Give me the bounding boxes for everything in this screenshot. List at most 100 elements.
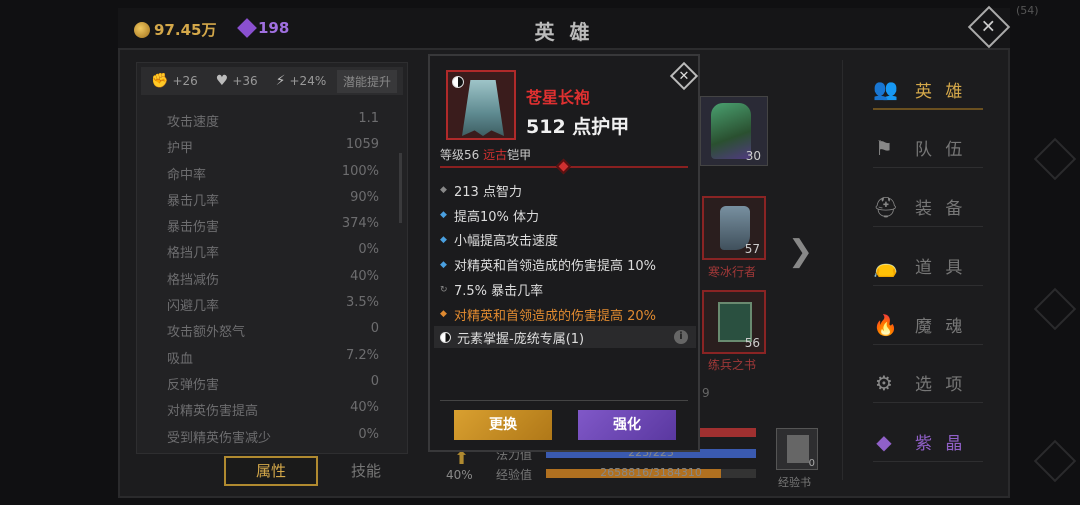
stat-row: 吸血 7.2% (167, 348, 379, 374)
nav-item[interactable]: 👝 道 具 (873, 246, 983, 286)
divider-diamond-icon (555, 158, 572, 175)
close-icon: ✕ (678, 68, 690, 84)
stat-value: 1.1 (358, 111, 379, 126)
stat-label: 对精英伤害提高 (167, 404, 259, 420)
close-screen-button[interactable]: ✕ (967, 5, 1011, 49)
bullet-icon: ◆ (440, 259, 447, 270)
gem-counter: 198 (237, 18, 290, 38)
equipment-slot-boots[interactable]: 57 (702, 196, 766, 260)
nav-label: 道 具 (915, 258, 967, 278)
buff-bar: ✊ +26 ♥ +36 ⚡ +24% 潜能提升 (141, 67, 403, 95)
nav-item[interactable]: 🔥 魔 魂 (873, 305, 983, 345)
heart-icon: ♥ (215, 73, 229, 89)
nav-item[interactable]: ⛑ 装 备 (873, 187, 983, 227)
attribute-text: 对精英和首领造成的伤害提高 10% (454, 259, 657, 275)
item-armor: 512 点护甲 (526, 116, 630, 138)
swap-button[interactable]: 更换 (454, 410, 552, 440)
stat-label: 攻击速度 (167, 115, 220, 130)
stat-row: 格挡减伤 40% (167, 269, 379, 295)
buff-speed: ⚡ +24% (276, 73, 327, 89)
top-bar: 97.45万 198 英 雄 ✕ (118, 5, 1011, 50)
equipment-slot-book[interactable]: 56 (702, 290, 766, 354)
nav-item[interactable]: ⚙ 选 项 (873, 363, 983, 403)
nav-label: 紫 晶 (915, 434, 967, 454)
bar-strip (698, 428, 756, 437)
stat-value: 90% (350, 189, 379, 205)
stats-panel: ✊ +26 ♥ +36 ⚡ +24% 潜能提升 攻击速度 1.1 护甲 1059 命中率 100… (136, 62, 408, 454)
item-attribute: ↻ 7.5% 暴击几率 (440, 277, 696, 302)
stat-row: 暴击几率 90% (167, 190, 379, 216)
buff-health: ♥ +36 (216, 73, 258, 89)
edge-button[interactable] (1033, 287, 1077, 331)
slot-name: 寒冰行者 (708, 265, 757, 279)
edge-button[interactable] (1033, 137, 1077, 181)
stat-value: 7.2% (345, 347, 379, 363)
users-icon: 👥 (873, 77, 902, 101)
chevron-right-icon[interactable]: ❯ (788, 234, 813, 269)
enhance-button[interactable]: 强化 (578, 410, 676, 440)
attribute-text: 提高10% 体力 (454, 209, 540, 225)
gold-amount: 97.45万 (154, 21, 217, 39)
crystal-icon: ◆ (876, 429, 896, 454)
stat-row: 命中率 100% (167, 164, 379, 190)
bag-icon: 👝 (873, 253, 902, 278)
req-class: 远古 (483, 148, 508, 162)
item-attribute: ◆ 对精英和首领造成的伤害提高 10% (440, 252, 696, 277)
partial-number: 9 (702, 386, 710, 400)
modal-close-button[interactable]: ✕ (669, 61, 699, 91)
edge-button[interactable] (1033, 439, 1077, 483)
slot-level: 56 (744, 336, 760, 350)
potential-upgrade-button[interactable]: 潜能提升 (336, 70, 397, 93)
stat-value: 40% (350, 268, 379, 284)
nav-item[interactable]: 👥 英 雄 (873, 70, 983, 110)
stat-label: 受到精英伤害减少 (167, 430, 272, 446)
slot-level: 57 (744, 242, 760, 256)
nav-item[interactable]: ⚑ 队 伍 (873, 128, 983, 168)
stat-label: 吸血 (167, 351, 194, 367)
exp-book-label: 经验书 (778, 476, 811, 489)
attribute-text: 213 点智力 (454, 184, 522, 200)
hero-portrait[interactable]: 30 (700, 96, 768, 166)
stat-scrollbar[interactable] (399, 153, 402, 223)
stat-row: 受到精英伤害减少 0% (167, 427, 379, 453)
corner-text: (54) (1016, 4, 1039, 17)
stat-row: 暴击伤害 374% (167, 216, 379, 242)
item-name: 苍星长袍 (526, 88, 591, 107)
item-detail-modal: 苍星长袍 512 点护甲 ✕ 等级56 远古铠甲 ◆ 213 点智力 ◆ 提高10% … (428, 54, 700, 452)
item-attribute: ◆ 小幅提高攻击速度 (440, 228, 696, 253)
exp-book-icon (787, 435, 809, 463)
stat-value: 40% (350, 400, 379, 416)
flag-icon: ⚑ (875, 135, 897, 160)
stat-row: 反弹伤害 0 (167, 374, 379, 400)
nav-label: 装 备 (915, 199, 967, 219)
stats-tabs: 属性 技能 (136, 456, 408, 488)
gem-amount: 198 (258, 19, 290, 37)
info-icon[interactable]: i (674, 330, 688, 344)
stat-value: 0% (358, 242, 379, 258)
bullet-icon: ◆ (440, 185, 447, 196)
buff-value: +36 (232, 74, 258, 88)
stat-list[interactable]: 攻击速度 1.1 护甲 1059 命中率 100% 暴击几率 90% 暴击伤害 374% 格挡几率 0… (167, 111, 379, 453)
req-type: 铠甲 (507, 148, 532, 162)
item-attribute: ◆ 213 点智力 (440, 178, 696, 203)
close-icon: ✕ (981, 16, 997, 38)
nav-item[interactable]: ◆ 紫 晶 (873, 422, 983, 462)
exp-book-slot[interactable]: 0 (776, 428, 818, 470)
attribute-text: 小幅提高攻击速度 (454, 234, 559, 250)
stat-label: 反弹伤害 (167, 377, 220, 393)
attribute-text: 对精英和首领造成的伤害提高 20% (454, 308, 657, 324)
item-attributes: ◆ 213 点智力 ◆ 提高10% 体力 ◆ 小幅提高攻击速度 ◆ 对精英和首领造成的伤害提高… (440, 178, 696, 327)
nav-label: 英 雄 (915, 81, 967, 102)
stat-value: 0 (370, 321, 379, 337)
nav-label: 队 伍 (915, 140, 967, 160)
divider (440, 400, 688, 401)
stat-value: 0% (358, 426, 379, 442)
item-attribute: ◆ 提高10% 体力 (440, 203, 696, 228)
stat-label: 攻击额外怒气 (167, 325, 246, 341)
stat-row: 格挡几率 0% (167, 242, 379, 268)
item-attribute: ◆ 对精英和首领造成的伤害提高 20% (440, 302, 696, 327)
tab-attributes[interactable]: 属性 (224, 456, 318, 486)
tab-skills[interactable]: 技能 (336, 456, 396, 486)
stat-value: 3.5% (345, 295, 379, 311)
set-bonus-row[interactable]: 元素掌握-庞统专属(1) i (434, 326, 696, 348)
